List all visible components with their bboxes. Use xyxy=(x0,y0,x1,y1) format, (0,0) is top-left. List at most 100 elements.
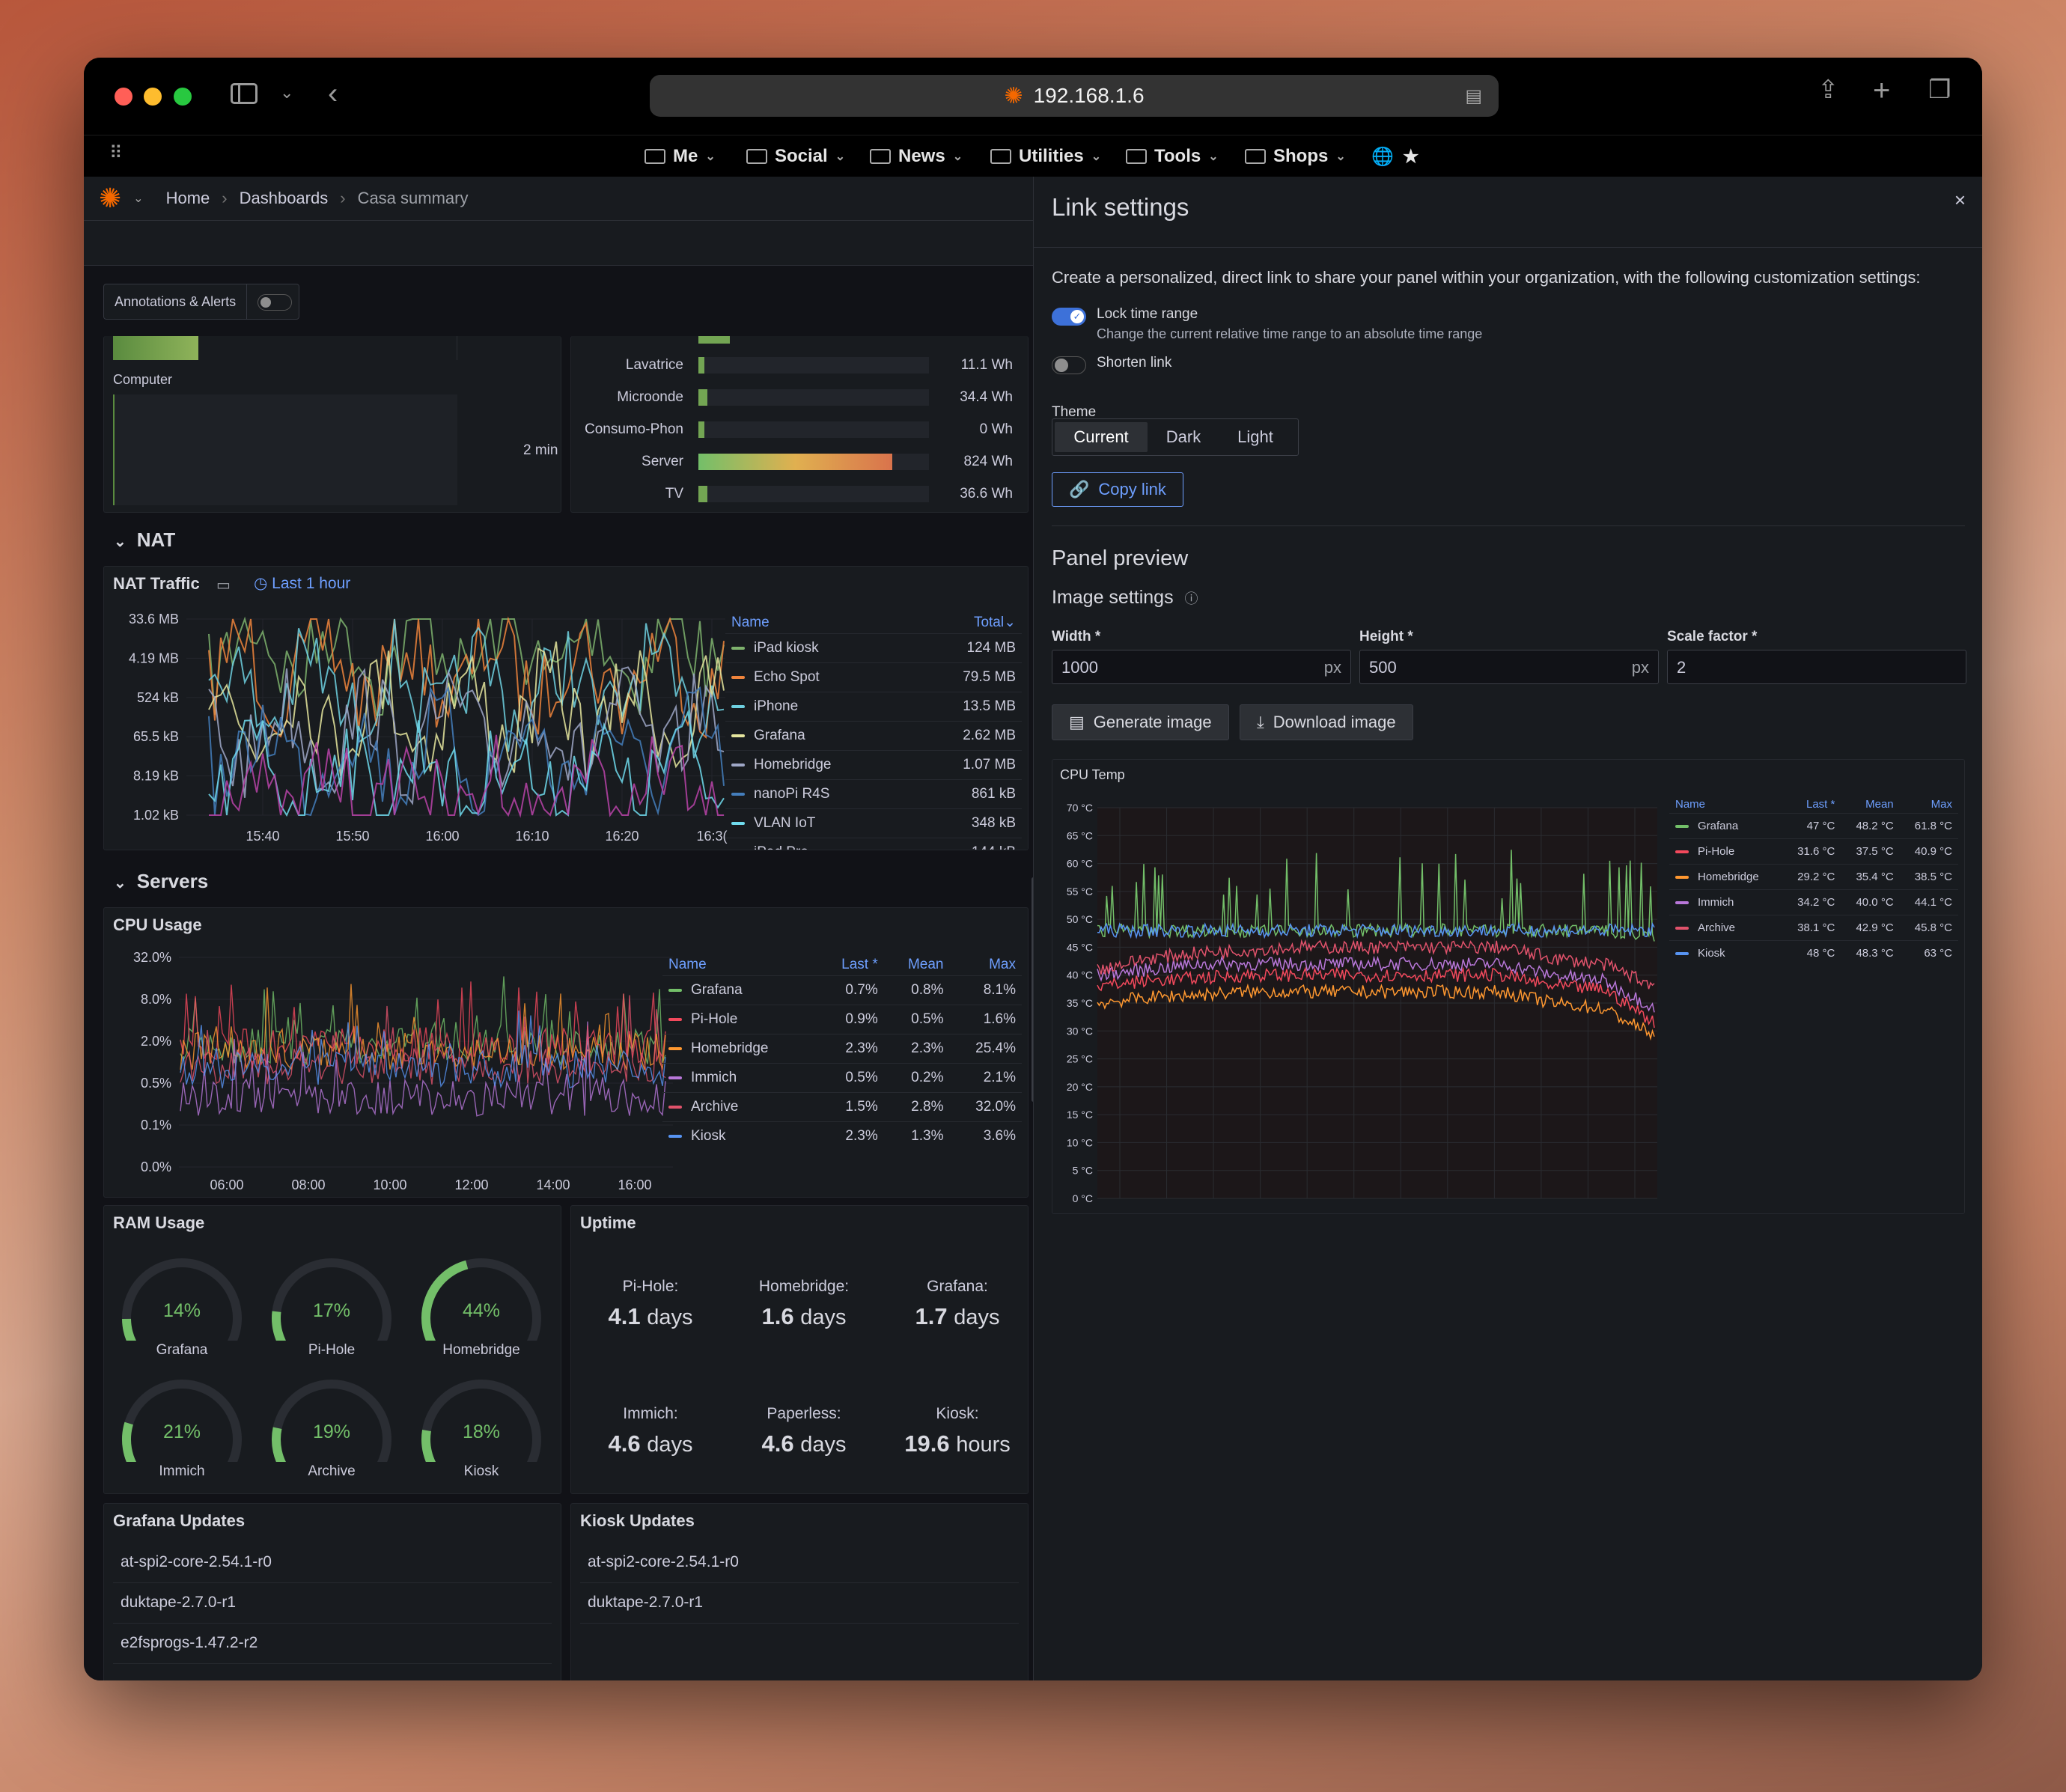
chevron-down-icon[interactable]: ⌄ xyxy=(280,85,293,101)
annotations-toggle[interactable]: Annotations & Alerts xyxy=(103,284,300,320)
y-tick-label: 15 °C xyxy=(1067,1109,1093,1121)
globe-icon[interactable]: 🌐 xyxy=(1371,146,1394,168)
bookmark-folder-social[interactable]: Social ⌄ xyxy=(746,146,845,167)
grafana-logo-icon[interactable]: ✺ xyxy=(99,183,121,214)
legend-row[interactable]: Immich 34.2 °C 40.0 °C 44.1 °C xyxy=(1669,889,1958,915)
scale-factor-input[interactable]: 2 xyxy=(1667,650,1966,684)
bookmark-folder-shops[interactable]: Shops ⌄ xyxy=(1245,146,1346,167)
legend-row[interactable]: Echo Spot 79.5 MB xyxy=(725,662,1022,692)
new-tab-icon[interactable]: + xyxy=(1873,76,1890,106)
sidebar-toggle-icon[interactable] xyxy=(231,83,258,104)
tab-overview-icon[interactable]: ❐ xyxy=(1928,77,1951,103)
generate-image-button[interactable]: ▤ Generate image xyxy=(1052,704,1229,740)
panel-info-icon[interactable]: ▭ xyxy=(216,576,231,594)
legend-row[interactable]: Grafana 47 °C 48.2 °C 61.8 °C xyxy=(1669,813,1958,839)
legend-row[interactable]: nanoPi R4S 861 kB xyxy=(725,779,1022,809)
legend-header-last[interactable]: Last * xyxy=(1782,796,1841,814)
chevron-down-icon: ⌄ xyxy=(835,150,846,163)
height-input[interactable]: 500 px xyxy=(1359,650,1659,684)
gauge-value: 18% xyxy=(462,1421,501,1442)
legend-name-cell: Grafana xyxy=(662,975,817,1005)
energy-bar-fill xyxy=(698,486,708,502)
back-icon[interactable]: ‹ xyxy=(328,79,338,109)
address-bar[interactable]: ✺ 192.168.1.6 ▤ xyxy=(650,75,1499,117)
legend-header-max[interactable]: Max xyxy=(1900,796,1958,814)
breadcrumb-dashboards[interactable]: Dashboards xyxy=(240,189,329,208)
theme-option-current[interactable]: Current xyxy=(1055,422,1148,452)
uptime-name: Immich: xyxy=(623,1405,678,1422)
legend-header-name[interactable]: Name xyxy=(1669,796,1782,814)
time-range-link[interactable]: ◷ Last 1 hour xyxy=(254,574,350,593)
legend-header-mean[interactable]: Mean xyxy=(884,954,950,976)
series-color-swatch xyxy=(731,646,745,650)
theme-option-light[interactable]: Light xyxy=(1219,422,1291,452)
minimize-window-button[interactable] xyxy=(144,88,162,106)
download-image-button[interactable]: ⤓ Download image xyxy=(1240,704,1413,740)
legend-row[interactable]: VLAN IoT 348 kB xyxy=(725,808,1022,838)
gauge-arc xyxy=(421,1258,541,1341)
close-window-button[interactable] xyxy=(115,88,132,106)
legend-row[interactable]: Immich 0.5% 0.2% 2.1% xyxy=(662,1063,1022,1093)
chevron-down-icon[interactable]: ⌄ xyxy=(133,191,143,206)
legend-header-name[interactable]: Name xyxy=(662,954,817,976)
legend-row[interactable]: Homebridge 1.07 MB xyxy=(725,750,1022,780)
energy-row-label: Server xyxy=(642,454,683,469)
servers-row-header[interactable]: ⌄ Servers xyxy=(114,870,208,893)
legend-row[interactable]: Pi-Hole 31.6 °C 37.5 °C 40.9 °C xyxy=(1669,838,1958,865)
lock-time-toggle[interactable]: ✓ xyxy=(1052,308,1086,326)
legend-row[interactable]: Homebridge 2.3% 2.3% 25.4% xyxy=(662,1034,1022,1064)
legend-row[interactable]: iPhone 13.5 MB xyxy=(725,692,1022,722)
uptime-value: 1.6 days xyxy=(729,1303,879,1330)
theme-option-dark[interactable]: Dark xyxy=(1148,422,1219,452)
gauge-arc xyxy=(272,1380,391,1462)
bookmark-folder-news[interactable]: News ⌄ xyxy=(870,146,963,167)
bookmark-folder-tools[interactable]: Tools ⌄ xyxy=(1126,146,1219,167)
legend-series-name: VLAN IoT xyxy=(754,815,816,831)
y-tick-label: 33.6 MB xyxy=(129,612,179,627)
legend-max-cell: 44.1 °C xyxy=(1899,889,1958,915)
legend-row[interactable]: Grafana 2.62 MB xyxy=(725,721,1022,751)
bookmark-folder-me[interactable]: Me ⌄ xyxy=(645,146,716,167)
legend-row[interactable]: Archive 1.5% 2.8% 32.0% xyxy=(662,1092,1022,1122)
bookmark-folder-utilities[interactable]: Utilities ⌄ xyxy=(990,146,1101,167)
legend-row[interactable]: Homebridge 29.2 °C 35.4 °C 38.5 °C xyxy=(1669,864,1958,890)
info-icon[interactable]: ⓘ xyxy=(1185,591,1198,606)
gauge-arc xyxy=(421,1380,541,1462)
legend-series-name: Pi-Hole xyxy=(691,1011,738,1027)
annotations-switch[interactable] xyxy=(246,284,299,319)
grafana-favicon-icon: ✺ xyxy=(1004,83,1023,109)
apps-grid-icon[interactable]: ⠿ xyxy=(109,144,123,162)
legend-row[interactable]: Kiosk 2.3% 1.3% 3.6% xyxy=(662,1121,1022,1151)
image-icon: ▤ xyxy=(1069,713,1085,731)
legend-row[interactable]: Archive 38.1 °C 42.9 °C 45.8 °C xyxy=(1669,915,1958,941)
star-icon[interactable]: ★ xyxy=(1403,146,1419,168)
computer-bar-track xyxy=(113,336,457,360)
shorten-link-toggle[interactable] xyxy=(1052,356,1086,374)
ram-gauge: 21% Immich xyxy=(115,1372,249,1484)
share-icon[interactable]: ⇪ xyxy=(1817,77,1839,103)
legend-header-total[interactable]: Total⌄ xyxy=(913,612,1022,634)
legend-row[interactable]: Pi-Hole 0.9% 0.5% 1.6% xyxy=(662,1005,1022,1034)
reader-icon[interactable]: ▤ xyxy=(1465,85,1482,107)
breadcrumb-home[interactable]: Home xyxy=(166,189,210,208)
legend-mean-cell: 40.0 °C xyxy=(1841,889,1900,915)
legend-header-name[interactable]: Name xyxy=(725,612,913,634)
y-tick-label: 1.02 kB xyxy=(133,808,179,823)
legend-header-mean[interactable]: Mean xyxy=(1841,796,1899,814)
legend-header-last[interactable]: Last * xyxy=(817,954,884,976)
legend-row[interactable]: Grafana 0.7% 0.8% 8.1% xyxy=(662,975,1022,1005)
close-icon[interactable]: × xyxy=(1954,189,1966,212)
legend-row[interactable]: Kiosk 48 °C 48.3 °C 63 °C xyxy=(1669,940,1958,966)
copy-link-button[interactable]: 🔗 Copy link xyxy=(1052,472,1183,507)
legend-header-max[interactable]: Max xyxy=(949,954,1022,976)
ram-gauge: 44% Homebridge xyxy=(414,1251,549,1363)
nat-row-header[interactable]: ⌄ NAT xyxy=(114,528,175,552)
legend-mean-cell: 1.3% xyxy=(883,1121,950,1151)
height-suffix: px xyxy=(1631,658,1649,677)
maximize-window-button[interactable] xyxy=(174,88,192,106)
energy-bar-fill xyxy=(698,421,704,438)
dashboard-controls-bar xyxy=(84,221,1033,266)
legend-row[interactable]: iPad kiosk 124 MB xyxy=(725,633,1022,663)
legend-row[interactable]: iPad Pro 144 kB xyxy=(725,838,1022,850)
width-input[interactable]: 1000 px xyxy=(1052,650,1351,684)
